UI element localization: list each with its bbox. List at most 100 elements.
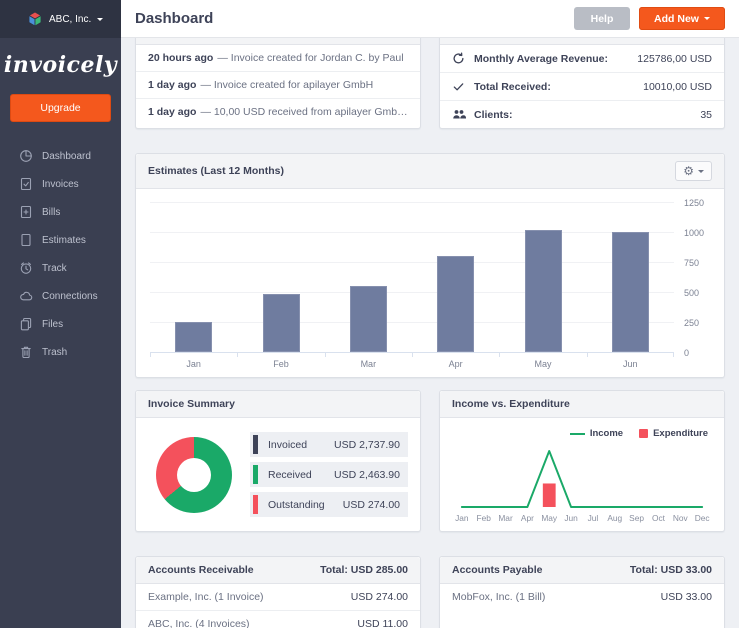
panel-title: Invoice Summary	[148, 398, 235, 410]
svg-text:Mar: Mar	[498, 513, 513, 523]
sidebar-item-track[interactable]: Track	[0, 254, 121, 282]
x-axis-tick	[673, 353, 674, 357]
bar-feb	[263, 294, 300, 352]
activity-item[interactable]: 1 day ago — 10,00 USD received from apil…	[136, 98, 420, 125]
sidebar-item-trash[interactable]: Trash	[0, 338, 121, 366]
vendor-label: MobFox, Inc. (1 Bill)	[452, 591, 545, 603]
svg-text:Aug: Aug	[607, 513, 622, 523]
x-axis-tick	[499, 353, 500, 357]
glance-row: Clients: 35	[440, 100, 724, 128]
glance-value: 10010,00 USD	[643, 81, 712, 93]
donut-legend: Invoiced USD 2,737.90 Received USD 2,463…	[250, 432, 408, 517]
svg-text:Jun: Jun	[564, 513, 578, 523]
receivable-total: Total: USD 285.00	[320, 564, 408, 576]
amount-value: USD 11.00	[357, 618, 408, 628]
svg-text:Dec: Dec	[695, 513, 710, 523]
sidebar-item-label: Trash	[42, 347, 67, 358]
check-icon	[452, 80, 467, 93]
bar-may	[525, 230, 562, 352]
refresh-icon	[452, 52, 467, 65]
svg-text:May: May	[541, 513, 558, 523]
payable-row[interactable]: MobFox, Inc. (1 Bill) USD 33.00	[440, 584, 724, 610]
x-axis-label: May	[499, 359, 586, 369]
sidebar-item-label: Bills	[42, 207, 60, 218]
x-axis-tick	[325, 353, 326, 357]
sidebar-item-estimates[interactable]: Estimates	[0, 226, 121, 254]
activity-item[interactable]: 20 hours ago — Invoice created for Jorda…	[136, 45, 420, 71]
page-title: Dashboard	[135, 10, 213, 27]
legend-row-outstanding: Outstanding USD 274.00	[250, 492, 408, 517]
y-axis-label: 500	[684, 288, 699, 298]
sidebar-item-files[interactable]: Files	[0, 310, 121, 338]
bar-jan	[175, 322, 212, 352]
company-switcher[interactable]: ABC, Inc.	[0, 0, 121, 38]
income-expenditure-panel: Income vs. Expenditure Income Expenditur…	[439, 390, 725, 532]
upgrade-button[interactable]: Upgrade	[10, 94, 111, 122]
glance-label: Clients:	[474, 109, 513, 121]
legend-label: Received	[268, 469, 312, 481]
glance-row: Monthly Average Revenue: 125786,00 USD	[440, 45, 724, 72]
activity-item[interactable]: 1 day ago — Invoice created for apilayer…	[136, 71, 420, 98]
line-chart-legend: Income Expenditure	[452, 426, 712, 439]
activity-text: — Invoice created for Jordan C. by Paul	[217, 52, 403, 64]
legend-swatch	[253, 435, 258, 454]
invoice-summary-donut-chart	[156, 437, 232, 513]
y-axis-label: 750	[684, 258, 699, 268]
receivable-row[interactable]: Example, Inc. (1 Invoice) USD 274.00	[136, 584, 420, 610]
sidebar-item-label: Files	[42, 319, 63, 330]
gear-icon: ⚙	[683, 165, 694, 177]
legend-swatch	[253, 495, 258, 514]
sidebar-item-label: Track	[42, 263, 67, 274]
files-copy-icon	[19, 317, 33, 331]
chevron-down-icon	[698, 170, 704, 173]
chevron-down-icon	[97, 18, 103, 21]
bill-document-icon	[19, 205, 33, 219]
x-axis-label: Jan	[150, 359, 237, 369]
sidebar-item-bills[interactable]: Bills	[0, 198, 121, 226]
x-axis-labels: JanFebMarAprMayJun	[150, 359, 674, 369]
amount-value: USD 274.00	[351, 591, 408, 603]
chart-settings-button[interactable]: ⚙	[675, 161, 712, 181]
alarm-clock-icon	[19, 261, 33, 275]
invoice-document-icon	[19, 177, 33, 191]
topbar: ABC, Inc. Dashboard Help Add New	[0, 0, 739, 38]
svg-text:Feb: Feb	[476, 513, 491, 523]
legend-value: USD 274.00	[343, 499, 400, 511]
sidebar-item-connections[interactable]: Connections	[0, 282, 121, 310]
panel-title: Accounts Receivable	[148, 564, 254, 576]
x-axis-tick	[587, 353, 588, 357]
sidebar-item-dashboard[interactable]: Dashboard	[0, 142, 121, 170]
accounts-receivable-panel: Accounts Receivable Total: USD 285.00 Ex…	[135, 556, 421, 628]
x-axis-label: Mar	[325, 359, 412, 369]
help-button[interactable]: Help	[574, 7, 630, 30]
legend-row-received: Received USD 2,463.90	[250, 462, 408, 487]
income-expenditure-line-chart: JanFebMarAprMayJunJulAugSepOctNovDec	[452, 439, 712, 525]
x-axis-label: Apr	[412, 359, 499, 369]
x-axis-tick	[237, 353, 238, 357]
trash-icon	[19, 345, 33, 359]
topbar-main: Dashboard Help Add New	[121, 0, 739, 38]
gridline	[150, 322, 674, 323]
receivable-row[interactable]: ABC, Inc. (4 Invoices) USD 11.00	[136, 610, 420, 628]
add-new-button[interactable]: Add New	[639, 7, 725, 30]
invoice-summary-panel: Invoice Summary Invoiced USD 2,737.90 Re…	[135, 390, 421, 532]
gridline	[150, 292, 674, 293]
income-line-swatch	[570, 433, 585, 435]
legend-swatch	[253, 465, 258, 484]
svg-text:Jan: Jan	[455, 513, 469, 523]
amount-value: USD 33.00	[661, 591, 712, 603]
glance-value: 35	[700, 109, 712, 121]
svg-text:Jul: Jul	[588, 513, 599, 523]
chevron-down-icon	[704, 17, 710, 20]
panel-title: Income vs. Expenditure	[452, 398, 570, 410]
x-axis-label: Jun	[587, 359, 674, 369]
legend-value: USD 2,737.90	[334, 439, 400, 451]
sidebar-item-invoices[interactable]: Invoices	[0, 170, 121, 198]
sidebar-item-label: Connections	[42, 291, 98, 302]
activity-time: 1 day ago	[148, 106, 196, 118]
company-name: ABC, Inc.	[49, 14, 91, 25]
activity-text: — 10,00 USD received from apilayer GmbH …	[200, 106, 408, 118]
estimate-document-icon	[19, 233, 33, 247]
sidebar-item-label: Dashboard	[42, 151, 91, 162]
x-axis-tick	[150, 353, 151, 357]
